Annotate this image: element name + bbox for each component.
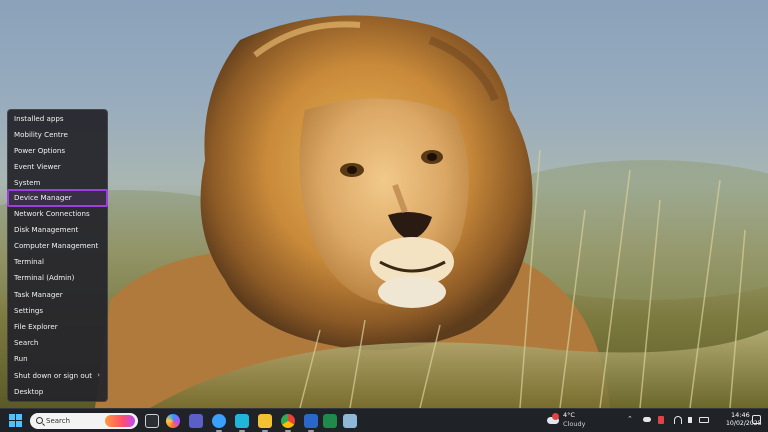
search-highlight-badge-icon [105,415,135,427]
menu-item-event-viewer[interactable]: Event Viewer [8,159,107,175]
notification-bell-icon[interactable] [752,415,761,424]
menu-item-label: Run [14,353,28,363]
edge-icon[interactable] [212,414,226,432]
menu-item-label: Mobility Centre [14,129,68,139]
menu-item-search[interactable]: Search [8,335,107,351]
win-x-quick-link-menu: Installed apps Mobility Centre Power Opt… [7,109,108,402]
menu-item-installed-apps[interactable]: Installed apps [8,111,107,127]
menu-item-terminal-admin[interactable]: Terminal (Admin) [8,270,107,286]
onedrive-icon[interactable] [643,417,651,422]
lion-wallpaper [0,15,768,408]
search-placeholder: Search [46,417,71,425]
widgets-icon[interactable] [235,414,249,432]
menu-item-network-connections[interactable]: Network Connections [8,206,107,222]
menu-item-label: Shut down or sign out [14,371,92,381]
menu-item-label: Disk Management [14,225,79,235]
menu-item-label: System [14,177,41,187]
chevron-right-icon: › [97,371,100,380]
menu-item-device-manager[interactable]: Device Manager [7,189,108,208]
taskbar-search-box[interactable]: Search [30,413,138,429]
menu-item-label: Terminal [14,257,44,267]
speaker-icon[interactable] [688,417,692,423]
menu-item-terminal[interactable]: Terminal [8,254,107,270]
weather-cloudy-icon[interactable] [546,413,560,425]
menu-item-label: Event Viewer [14,161,61,171]
wifi-icon[interactable] [674,416,682,424]
menu-item-label: Terminal (Admin) [14,272,75,282]
menu-item-label: Device Manager [14,193,72,203]
notepad-icon[interactable] [343,414,357,428]
teams-icon[interactable] [189,414,203,428]
menu-item-disk-management[interactable]: Disk Management [8,222,107,238]
menu-item-label: Network Connections [14,209,90,219]
windows-start-icon[interactable] [9,414,23,428]
chrome-icon[interactable] [281,414,295,432]
show-hidden-icons-chevron-icon[interactable]: ⌃ [627,415,633,423]
task-view-icon[interactable] [145,414,159,428]
menu-item-label: Task Manager [14,290,63,300]
app-tray-icon[interactable] [658,416,664,424]
desktop-wallpaper [0,0,768,408]
word-icon[interactable] [304,414,318,432]
copilot-icon[interactable] [166,414,180,428]
menu-item-settings[interactable]: Settings [8,303,107,319]
search-icon [36,417,43,424]
weather-temperature[interactable]: 4°C [563,411,575,419]
menu-item-task-manager[interactable]: Task Manager [8,287,107,303]
menu-item-label: Power Options [14,145,66,155]
menu-item-system[interactable]: System [8,175,107,191]
menu-item-label: File Explorer [14,322,58,332]
menu-item-mobility-centre[interactable]: Mobility Centre [8,127,107,143]
menu-item-run[interactable]: Run [8,351,107,367]
excel-icon[interactable] [323,414,337,428]
clock-time[interactable]: 14:46 [731,411,750,419]
menu-item-label: Computer Management [14,241,99,251]
menu-item-computer-management[interactable]: Computer Management [8,238,107,254]
menu-item-power-options[interactable]: Power Options [8,143,107,159]
menu-item-label: Desktop [14,387,44,397]
weather-condition[interactable]: Cloudy [563,420,585,428]
menu-item-shut-down-or-sign-out[interactable]: Shut down or sign out › [8,368,107,384]
menu-item-desktop[interactable]: Desktop [8,384,107,400]
menu-item-label: Search [14,337,39,347]
menu-item-label: Installed apps [14,114,64,123]
taskbar: Search 4°C Cloudy ⌃ 14:46 10/02/2025 [0,408,768,432]
menu-item-file-explorer[interactable]: File Explorer [8,319,107,335]
file-explorer-icon[interactable] [258,414,272,432]
battery-icon[interactable] [699,417,709,423]
menu-item-label: Settings [14,306,44,316]
